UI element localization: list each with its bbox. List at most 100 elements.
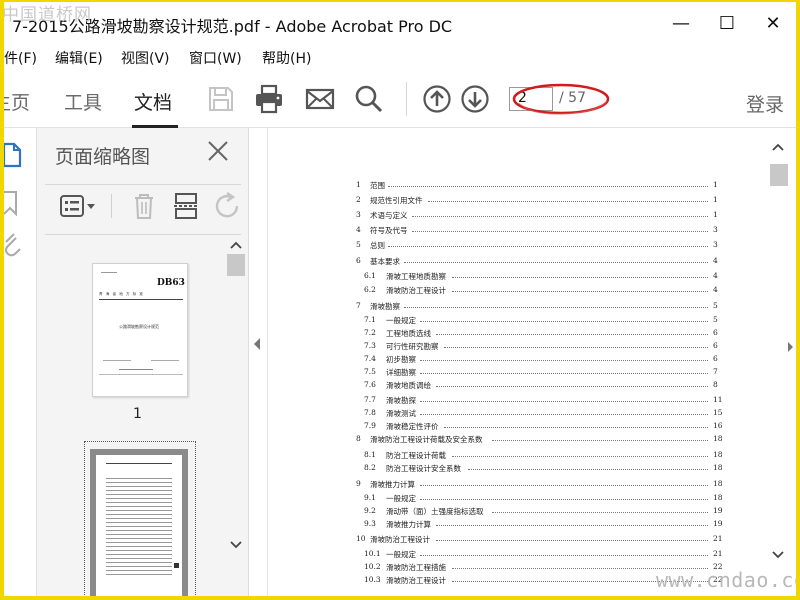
toc-title: 防治工程设计安全系数 [386, 464, 461, 473]
toc-row[interactable]: 8.1 防治工程设计荷载 18 [268, 450, 728, 464]
toc-row[interactable]: 2 规范性引用文件 1 [268, 195, 728, 209]
toc-row[interactable]: 9.3 滑坡推力计算 19 [268, 519, 728, 533]
rotate-page-icon[interactable] [213, 190, 243, 222]
toc-row[interactable]: 7.2 工程地质选线 6 [268, 328, 728, 342]
thumbnail-options-icon[interactable] [57, 190, 97, 222]
thumb2-line [106, 463, 172, 464]
close-window-button[interactable]: ✕ [750, 2, 796, 44]
menu-help[interactable]: 帮助(H) [262, 48, 311, 68]
toc-row[interactable]: 7.7 滑坡勘探 11 [268, 395, 728, 409]
login-button[interactable]: 登录 [746, 90, 784, 117]
toc-number: 9.2 [364, 506, 376, 515]
toc-row[interactable]: 7.8 滑坡测试 15 [268, 408, 728, 422]
toc-row[interactable]: 7.9 滑坡稳定性评价 16 [268, 421, 728, 435]
tab-home[interactable]: 主页 [4, 88, 30, 115]
toc-page-number: 1 [713, 180, 718, 189]
menu-view[interactable]: 视图(V) [121, 48, 170, 68]
toc-number: 9.1 [364, 493, 376, 502]
doc-scroll-down-icon[interactable] [772, 550, 784, 560]
toc-leader-dots [420, 373, 708, 374]
scroll-up-icon[interactable] [230, 240, 242, 250]
toc-title: 滑坡防治工程措施 [386, 563, 446, 572]
thumbnail-scroll-thumb[interactable] [227, 254, 245, 276]
panel-tool-separator [111, 194, 112, 218]
scroll-down-icon[interactable] [230, 540, 242, 550]
doc-scroll-up-icon[interactable] [772, 142, 784, 152]
collapse-panel-arrow[interactable] [254, 338, 260, 350]
toc-row[interactable]: 7.6 滑坡地质调绘 8 [268, 380, 728, 394]
toc-page-number: 18 [713, 493, 723, 502]
toc-page-number: 1 [713, 210, 718, 219]
toc-leader-dots [420, 321, 708, 322]
toc-number: 7.1 [364, 315, 376, 324]
toc-row[interactable]: 7.3 可行性研究勘察 6 [268, 341, 728, 355]
toc-row[interactable]: 5 总则 3 [268, 240, 728, 254]
bookmark-icon[interactable] [4, 190, 22, 216]
toc-number: 8.2 [364, 463, 376, 472]
maximize-button[interactable]: ☐ [704, 2, 750, 44]
toc-row[interactable]: 4 符号及代号 3 [268, 225, 728, 239]
insert-page-icon[interactable] [171, 190, 201, 222]
toc-leader-dots [444, 347, 708, 348]
search-icon[interactable] [353, 83, 385, 115]
toc-page-number: 21 [713, 549, 723, 558]
toc-row[interactable]: 9.1 一般规定 18 [268, 493, 728, 507]
toc-title: 滑坡地质调绘 [386, 381, 431, 390]
toc-title: 术语与定义 [370, 211, 408, 220]
attachment-icon[interactable] [4, 232, 22, 258]
menu-window[interactable]: 窗口(W) [189, 48, 242, 68]
toc-row[interactable]: 10 滑坡防治工程设计 21 [268, 534, 728, 548]
toc-number: 2 [356, 195, 361, 204]
print-icon[interactable] [253, 83, 285, 115]
toc-leader-dots [468, 469, 708, 470]
thumbnail-scrollbar[interactable] [227, 236, 247, 566]
toc-page-number: 21 [713, 534, 723, 543]
page-thumbnails-icon[interactable] [4, 142, 22, 168]
toc-row[interactable]: 9.2 滑动带（面）土强度指标选取 19 [268, 506, 728, 520]
tab-home-clip: 主页 [4, 70, 40, 128]
page-up-icon[interactable] [421, 83, 453, 115]
toc-row[interactable]: 8.2 防治工程设计安全系数 18 [268, 463, 728, 477]
toc-leader-dots [452, 291, 708, 292]
close-icon[interactable] [207, 140, 229, 162]
toc-row[interactable]: 3 术语与定义 1 [268, 210, 728, 224]
toc-row[interactable]: 8 滑坡防治工程设计荷载及安全系数 18 [268, 434, 728, 448]
delete-page-icon[interactable] [129, 190, 159, 222]
toc-row[interactable]: 7.5 详细勘察 7 [268, 367, 728, 381]
toc-row[interactable]: 7 滑坡勘察 5 [268, 301, 728, 315]
tab-document[interactable]: 文档 [134, 88, 172, 115]
toc-number: 6.2 [364, 285, 376, 294]
save-icon[interactable] [205, 83, 237, 115]
email-icon[interactable] [304, 83, 336, 115]
toc-title: 可行性研究勘察 [386, 342, 439, 351]
toc-row[interactable]: 6.2 滑坡防治工程设计 4 [268, 285, 728, 299]
doc-scroll-thumb[interactable] [770, 164, 788, 186]
menu-file[interactable]: 件(F) [4, 48, 37, 68]
toc-page-number: 6 [713, 328, 718, 337]
toc-row[interactable]: 10.1 一般规定 21 [268, 549, 728, 563]
tab-tools[interactable]: 工具 [64, 88, 102, 115]
toc-row[interactable]: 6 基本要求 4 [268, 256, 728, 270]
toc-number: 7.4 [364, 354, 376, 363]
toc-number: 5 [356, 240, 361, 249]
expand-right-pane-arrow[interactable] [788, 342, 793, 352]
toc-row[interactable]: 7.1 一般规定 5 [268, 315, 728, 329]
toc-title: 范围 [370, 181, 385, 190]
page-thumbnail-1[interactable]: DB63 青 海 省 地 方 标 准 公路滑坡勘察设计规范 [92, 263, 188, 397]
page-down-icon[interactable] [459, 83, 491, 115]
toc-row[interactable]: 1 范围 1 [268, 180, 728, 194]
toc-number: 10 [356, 534, 366, 543]
minimize-button[interactable]: — [658, 2, 704, 44]
thumb-footer-rule [99, 374, 183, 375]
toc-number: 7.9 [364, 421, 376, 430]
toc-title: 初步勘察 [386, 355, 416, 364]
menu-edit[interactable]: 编辑(E) [55, 48, 103, 68]
toc-row[interactable]: 6.1 滑坡工程地质勘察 4 [268, 271, 728, 285]
maximize-icon: ☐ [718, 12, 736, 34]
thumb-doc-title: 公路滑坡勘察设计规范 [119, 324, 159, 329]
toc-row[interactable]: 7.4 初步勘察 6 [268, 354, 728, 368]
toc-number: 10.3 [364, 575, 381, 584]
toc-row[interactable]: 9 滑坡推力计算 18 [268, 479, 728, 493]
document-scrollbar[interactable] [768, 128, 796, 596]
page-thumbnail-2[interactable] [90, 449, 188, 596]
